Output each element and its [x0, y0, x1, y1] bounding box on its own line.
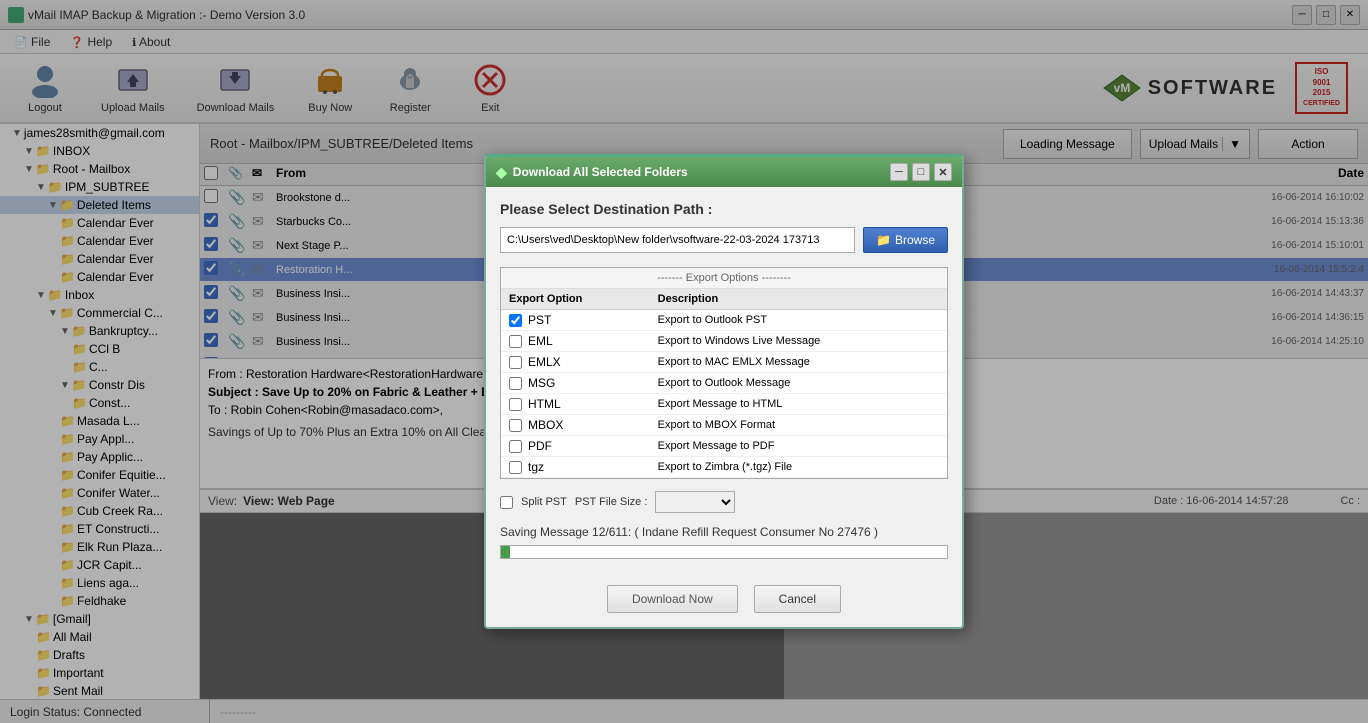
browse-button[interactable]: 📁 Browse: [863, 227, 948, 253]
saving-message-row: Saving Message 12/611: ( Indane Refill R…: [500, 525, 948, 539]
export-description-tgz: Export to Zimbra (*.tgz) File: [650, 457, 947, 478]
export-description-emlx: Export to MAC EMLX Message: [650, 352, 947, 373]
cancel-button[interactable]: Cancel: [754, 585, 841, 613]
export-description-eml: Export to Windows Live Message: [650, 331, 947, 352]
export-description-msg: Export to Outlook Message: [650, 373, 947, 394]
export-label-emlx: EMLX: [528, 355, 561, 369]
export-label-pdf: PDF: [528, 439, 552, 453]
export-option-inner: PST: [509, 313, 642, 327]
export-option-row: PDF Export Message to PDF: [501, 436, 947, 457]
browse-icon: 📁: [876, 233, 891, 247]
modal-close-button[interactable]: ✕: [934, 163, 952, 181]
export-label-tgz: tgz: [528, 460, 544, 474]
modal-minimize-button[interactable]: ─: [890, 163, 908, 181]
pst-file-size-label: PST File Size :: [575, 496, 648, 508]
pst-file-size-select[interactable]: [655, 491, 735, 513]
export-checkbox-eml[interactable]: [509, 335, 522, 348]
export-col-option: Export Option: [501, 289, 650, 310]
progress-bar-outer: [500, 545, 948, 559]
export-checkbox-pdf[interactable]: [509, 440, 522, 453]
export-option-inner: PDF: [509, 439, 642, 453]
export-label-html: HTML: [528, 397, 561, 411]
split-pst-label: Split PST: [521, 496, 567, 508]
export-option-row: EMLX Export to MAC EMLX Message: [501, 352, 947, 373]
modal-overlay: ◆ Download All Selected Folders ─ □ ✕ Pl…: [0, 0, 1368, 723]
export-label-msg: MSG: [528, 376, 555, 390]
export-option-row: PST Export to Outlook PST: [501, 310, 947, 331]
download-modal: ◆ Download All Selected Folders ─ □ ✕ Pl…: [484, 154, 964, 629]
split-pst-checkbox[interactable]: [500, 496, 513, 509]
path-row: 📁 Browse: [500, 227, 948, 253]
browse-label: Browse: [895, 233, 935, 247]
modal-title-controls: ─ □ ✕: [890, 163, 952, 181]
export-option-row: EML Export to Windows Live Message: [501, 331, 947, 352]
export-checkbox-msg[interactable]: [509, 377, 522, 390]
export-options-header: ------- Export Options --------: [501, 268, 947, 289]
export-description-pdf: Export Message to PDF: [650, 436, 947, 457]
export-option-cell: HTML: [501, 394, 650, 415]
export-label-pst: PST: [528, 313, 551, 327]
export-option-cell: EML: [501, 331, 650, 352]
export-label-mbox: MBOX: [528, 418, 563, 432]
destination-path-input[interactable]: [500, 227, 855, 253]
modal-title-bar: ◆ Download All Selected Folders ─ □ ✕: [486, 157, 962, 187]
export-options-section: ------- Export Options -------- Export O…: [500, 267, 948, 479]
split-pst-row: Split PST PST File Size :: [500, 491, 948, 513]
export-option-cell: PST: [501, 310, 650, 331]
export-option-cell: EMLX: [501, 352, 650, 373]
export-option-cell: tgz: [501, 457, 650, 478]
modal-body: Please Select Destination Path : 📁 Brows…: [486, 187, 962, 585]
export-option-cell: PDF: [501, 436, 650, 457]
export-label-eml: EML: [528, 334, 553, 348]
export-description-pst: Export to Outlook PST: [650, 310, 947, 331]
modal-title: Download All Selected Folders: [513, 165, 688, 179]
modal-title-left: ◆ Download All Selected Folders: [496, 164, 688, 181]
export-checkbox-html[interactable]: [509, 398, 522, 411]
export-options-tbody: PST Export to Outlook PST EML Export to …: [501, 310, 947, 478]
export-option-inner: MSG: [509, 376, 642, 390]
export-option-row: HTML Export Message to HTML: [501, 394, 947, 415]
download-now-button[interactable]: Download Now: [607, 585, 738, 613]
export-option-inner: HTML: [509, 397, 642, 411]
modal-footer: Download Now Cancel: [486, 585, 962, 627]
export-checkbox-tgz[interactable]: [509, 461, 522, 474]
export-options-table: Export Option Description PST Export to …: [501, 289, 947, 478]
export-option-inner: EMLX: [509, 355, 642, 369]
saving-message-text: Saving Message 12/611: ( Indane Refill R…: [500, 525, 878, 539]
export-checkbox-mbox[interactable]: [509, 419, 522, 432]
export-option-inner: tgz: [509, 460, 642, 474]
export-option-cell: MSG: [501, 373, 650, 394]
modal-logo-icon: ◆: [496, 164, 507, 181]
export-option-cell: MBOX: [501, 415, 650, 436]
export-option-row: MBOX Export to MBOX Format: [501, 415, 947, 436]
export-checkbox-pst[interactable]: [509, 314, 522, 327]
export-description-mbox: Export to MBOX Format: [650, 415, 947, 436]
modal-restore-button[interactable]: □: [912, 163, 930, 181]
export-option-row: tgz Export to Zimbra (*.tgz) File: [501, 457, 947, 478]
modal-heading: Please Select Destination Path :: [500, 201, 948, 217]
export-col-description: Description: [650, 289, 947, 310]
export-option-inner: MBOX: [509, 418, 642, 432]
progress-bar-inner: [501, 546, 510, 558]
export-checkbox-emlx[interactable]: [509, 356, 522, 369]
export-option-inner: EML: [509, 334, 642, 348]
export-option-row: MSG Export to Outlook Message: [501, 373, 947, 394]
export-description-html: Export Message to HTML: [650, 394, 947, 415]
